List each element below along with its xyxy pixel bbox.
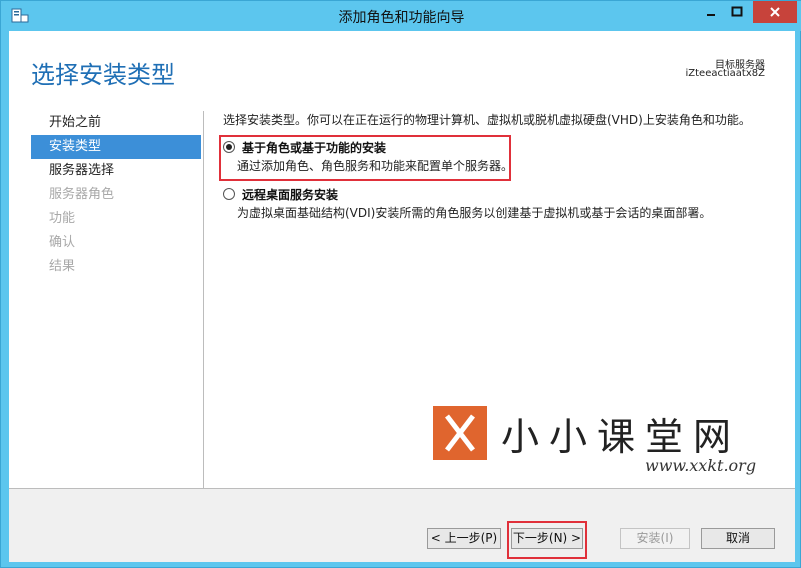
nav-item-before-you-begin[interactable]: 开始之前: [31, 111, 201, 135]
xxkt-logo-icon: [433, 406, 487, 460]
page-title: 选择安装类型: [31, 61, 175, 89]
nav-item-server-selection[interactable]: 服务器选择: [31, 159, 201, 183]
watermark: 小小课堂网 www.xxkt.org: [433, 406, 773, 486]
remote-desktop-description: 为虚拟桌面基础结构(VDI)安装所需的角色服务以创建基于虚拟机或基于会话的桌面部…: [237, 206, 712, 220]
nav-item-server-roles: 服务器角色: [49, 187, 115, 202]
nav-item-confirmation: 确认: [49, 235, 76, 250]
role-based-highlight-box: [219, 135, 511, 181]
content-pane: 选择安装类型。你可以在正在运行的物理计算机、虚拟机或脱机虚拟硬盘(VHD)上安装…: [223, 111, 783, 220]
install-button: 安装(I): [620, 528, 690, 549]
nav-item-installation-type[interactable]: 安装类型: [31, 135, 201, 159]
cancel-button[interactable]: 取消: [701, 528, 775, 549]
remote-desktop-title: 远程桌面服务安装: [242, 188, 339, 202]
wizard-footer: < 上一步(P) 下一步(N) > 安装(I) 取消: [9, 489, 795, 562]
previous-button[interactable]: < 上一步(P): [427, 528, 501, 549]
window-title: 添加角色和功能向导: [338, 10, 465, 26]
title-bar[interactable]: 添加角色和功能向导: [1, 1, 801, 31]
wizard-window: 添加角色和功能向导 选择安装类型 目标服务器 iZteeactiaatx8Z 开…: [0, 0, 801, 568]
nav-item-features: 功能: [49, 211, 76, 226]
close-button[interactable]: [753, 1, 797, 23]
nav-divider: [203, 111, 204, 496]
nav-item-results: 结果: [49, 259, 76, 274]
minimize-button[interactable]: [698, 1, 724, 23]
minimize-icon: [707, 14, 715, 16]
wizard-steps-nav: 开始之前 安装类型 服务器选择 服务器角色 功能 确认 结果: [31, 111, 201, 279]
watermark-text: 小小课堂网: [501, 415, 742, 459]
watermark-url: www.xxkt.org: [645, 456, 757, 475]
maximize-icon: [731, 6, 743, 17]
remote-desktop-radio[interactable]: [223, 188, 235, 200]
intro-text: 选择安装类型。你可以在正在运行的物理计算机、虚拟机或脱机虚拟硬盘(VHD)上安装…: [223, 113, 751, 127]
wizard-body: 选择安装类型 目标服务器 iZteeactiaatx8Z 开始之前 安装类型 服…: [9, 31, 795, 562]
next-highlight-box: [507, 521, 587, 559]
target-server-name: iZteeactiaatx8Z: [685, 68, 766, 79]
maximize-button[interactable]: [724, 1, 750, 23]
close-icon: [770, 7, 780, 17]
